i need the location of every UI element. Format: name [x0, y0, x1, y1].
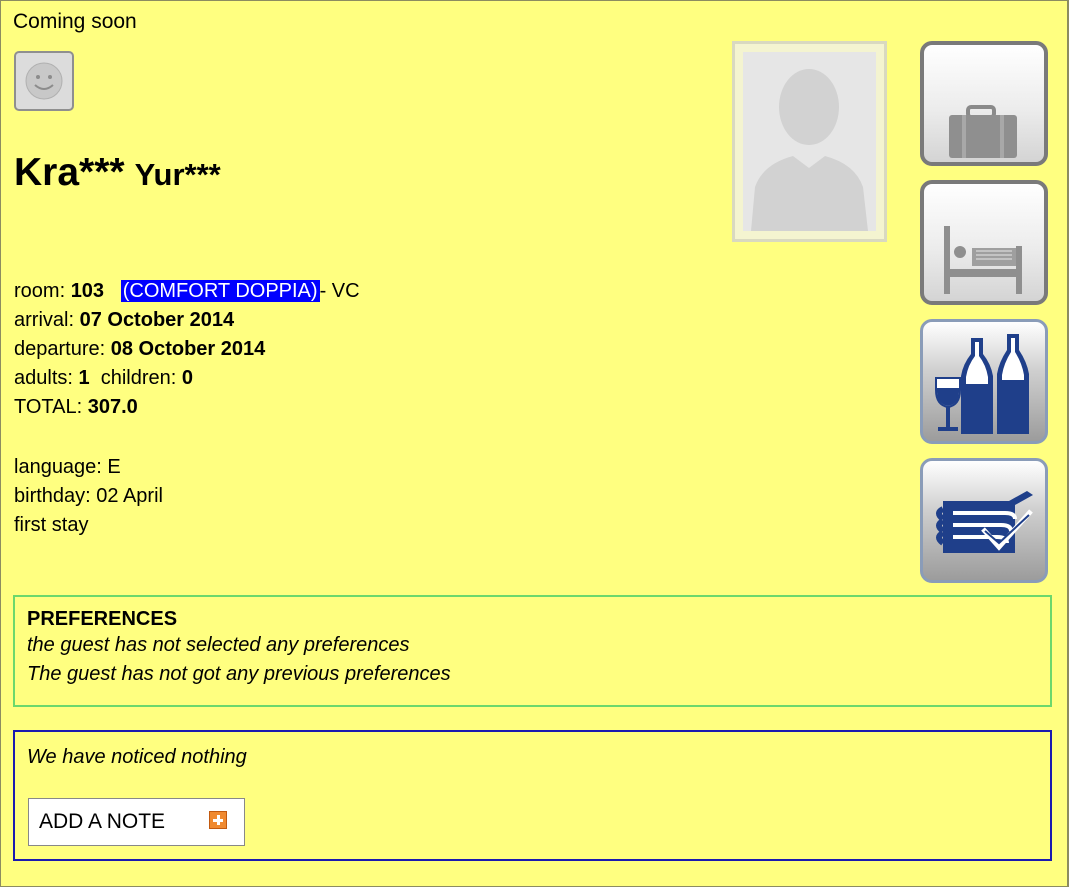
towels-icon — [936, 491, 1033, 553]
preferences-box: PREFERENCES the guest has not selected a… — [13, 595, 1052, 707]
preferences-line-previous: The guest has not got any previous prefe… — [27, 663, 451, 685]
notes-box: We have noticed nothing ADD A NOTE — [13, 730, 1052, 861]
stay-status: first stay — [14, 514, 89, 536]
luggage-button[interactable] — [920, 41, 1048, 166]
wine-button[interactable] — [920, 319, 1048, 444]
status-text: Coming soon — [13, 10, 137, 33]
room-suffix: - VC — [319, 280, 360, 302]
departure-label: departure: — [14, 338, 111, 360]
preferences-title: PREFERENCES — [27, 608, 178, 630]
guest-extra-info: language: E birthday: 02 April first sta… — [14, 453, 163, 540]
luggage-icon — [949, 105, 1017, 158]
room-label: room: — [14, 280, 71, 302]
guest-name: Kra*** Yur*** — [14, 151, 221, 195]
avatar-placeholder-icon — [743, 52, 876, 231]
language-line: language: E — [14, 453, 163, 482]
add-note-button[interactable]: ADD A NOTE — [28, 798, 245, 846]
adults-count: 1 — [78, 367, 90, 389]
language-label: language: — [14, 456, 108, 478]
birthday-line: birthday: 02 April — [14, 485, 163, 507]
arrival-label: arrival: — [14, 309, 80, 331]
room-type: (COMFORT DOPPIA) — [120, 280, 320, 302]
children-label: children: — [100, 367, 182, 389]
guest-photo — [732, 41, 887, 242]
towels-button[interactable] — [920, 458, 1048, 583]
room-line: room: 103 (COMFORT DOPPIA) - VC — [14, 277, 360, 306]
plus-icon — [209, 811, 227, 829]
departure-line: departure: 08 October 2014 — [14, 335, 360, 364]
children-count: 0 — [181, 367, 194, 389]
total-amount: 307.0 — [87, 396, 138, 418]
guest-first-name: Yur*** — [134, 157, 221, 192]
adults-label: adults: — [14, 367, 79, 389]
arrival-line: arrival: 07 October 2014 — [14, 306, 360, 335]
room-number: 103 — [70, 280, 105, 302]
total-line: TOTAL: 307.0 — [14, 393, 360, 422]
language-value: E — [107, 456, 121, 478]
total-label: TOTAL: — [14, 396, 88, 418]
guests-count-line: adults: 1 children: 0 — [14, 364, 360, 393]
departure-date: 08 October 2014 — [110, 338, 266, 360]
guest-card: Coming soon Kra*** Yur*** room: 103 (COMF… — [0, 0, 1069, 887]
arrival-date: 07 October 2014 — [79, 309, 235, 331]
smiley-icon — [25, 62, 63, 100]
room-service-button[interactable] — [920, 180, 1048, 305]
mood-button[interactable] — [14, 51, 74, 111]
wine-bottles-icon — [935, 334, 1029, 434]
booking-info: room: 103 (COMFORT DOPPIA) - VC arrival: … — [14, 277, 360, 422]
add-note-label: ADD A NOTE — [39, 810, 166, 833]
bed-icon — [944, 226, 1022, 294]
preferences-line-current: the guest has not selected any preferenc… — [27, 634, 410, 656]
notes-message: We have noticed nothing — [27, 746, 247, 768]
guest-last-name: Kra*** — [14, 151, 125, 194]
